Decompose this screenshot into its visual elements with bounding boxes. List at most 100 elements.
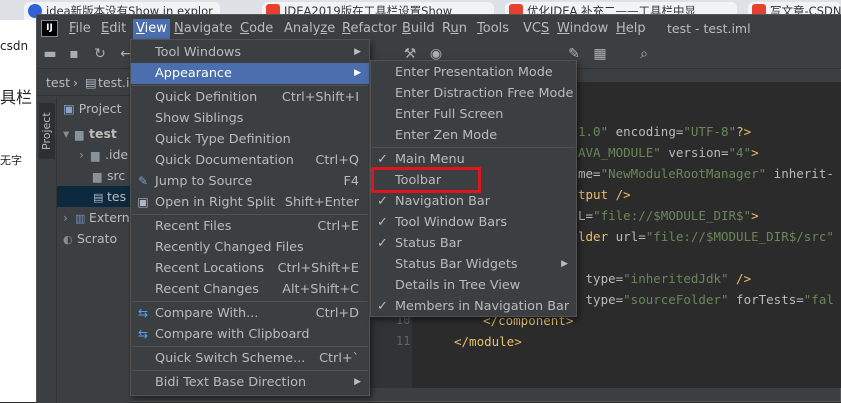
menu-bar: IJ test - test.iml File Edit View Navigate C…	[37, 15, 841, 41]
appearance-menu-item[interactable]: Enter Distraction Free Mode	[371, 83, 576, 104]
menu-item-label: Recent Changes	[155, 282, 259, 297]
project-tree-item[interactable]: ▆ src	[57, 165, 131, 186]
code-line[interactable]: 1.0" encoding="UTF-8"?>	[578, 124, 751, 139]
menu-run[interactable]: Run	[439, 19, 470, 39]
appearance-menu-item[interactable]: ✓ Tool Window Bars	[371, 212, 576, 233]
view-menu-item[interactable]: ▣ Open in Right Split Shift+Enter	[131, 192, 369, 213]
view-menu-item[interactable]: Tool Windows ▶	[131, 42, 369, 63]
menu-code[interactable]: Code	[237, 19, 276, 39]
menu-navigate[interactable]: Navigate	[171, 19, 235, 39]
view-menu-item[interactable]: Bidi Text Base Direction ▶	[131, 372, 369, 393]
submenu-arrow-icon: ▶	[354, 377, 361, 387]
view-menu-item[interactable]: Recent Changes Alt+Shift+C	[131, 279, 369, 300]
project-tree-item[interactable]: › ▆ .ide	[57, 144, 131, 165]
chevron-down-icon[interactable]: ▾	[63, 123, 75, 144]
chevron-right-icon[interactable]: ›	[63, 207, 75, 228]
view-menu-item[interactable]: Show Siblings	[131, 108, 369, 129]
code-line[interactable]: lder url="file://$MODULE_DIR$/src"	[578, 229, 834, 244]
file-icon: ▤	[93, 191, 104, 204]
project-tree-item[interactable]: › ▥ Extern	[57, 207, 131, 228]
project-tree-item[interactable]: ◐ Scrato	[57, 228, 131, 249]
sync-icon[interactable]: ↻	[91, 45, 109, 63]
appearance-menu-item[interactable]: ✓ Status Bar	[371, 233, 576, 254]
menu-item-label: Recently Changed Files	[155, 240, 304, 255]
menu-refactor[interactable]: Refactor	[339, 19, 400, 39]
view-menu-item[interactable]: Quick Switch Scheme... Ctrl+`	[131, 348, 369, 369]
code-line[interactable]: me="NewModuleRootManager" inherit-	[578, 166, 834, 181]
search-icon[interactable]: ⌕	[635, 45, 653, 63]
appearance-menu-item[interactable]: Details in Tree View	[371, 275, 576, 296]
appearance-menu-item[interactable]: Enter Zen Mode	[371, 125, 576, 146]
code-line[interactable]: L="file://$MODULE_DIR$">	[578, 208, 759, 223]
view-menu-item[interactable]: ⇆ Compare with Clipboard	[131, 324, 369, 345]
menu-item-label: Quick Documentation	[155, 153, 294, 168]
view-menu-item[interactable]: ⇆ Compare With... Ctrl+D	[131, 303, 369, 324]
split-icon: ▣	[137, 195, 149, 209]
intellij-logo-icon: IJ	[41, 20, 58, 37]
view-menu-item[interactable]: Quick Documentation Ctrl+Q	[131, 150, 369, 171]
project-tree-item[interactable]: ▾ ▆ test	[57, 123, 131, 144]
menu-window[interactable]: Window	[554, 19, 611, 39]
menu-build[interactable]: Build	[399, 19, 438, 39]
save-icon[interactable]: ▪	[65, 45, 83, 63]
tree-item-label: src	[107, 168, 126, 183]
menu-item-label: Compare With...	[155, 306, 259, 321]
menu-item-label: Tool Windows	[155, 45, 242, 60]
menu-item-label: Recent Locations	[155, 261, 265, 276]
menu-item-label: Quick Definition	[155, 90, 258, 105]
window-title: test - test.iml	[667, 21, 751, 36]
view-menu-item[interactable]: Quick Definition Ctrl+Shift+I	[131, 87, 369, 108]
menu-view[interactable]: View	[133, 19, 170, 39]
menu-item-label: Open in Right Split	[155, 195, 276, 210]
breadcrumb-separator-icon: ›	[73, 75, 78, 90]
menu-edit[interactable]: Edit	[98, 19, 129, 39]
menu-item-label: Status Bar	[395, 236, 462, 251]
view-menu-item[interactable]: ✎ Jump to Source F4	[131, 171, 369, 192]
project-panel-title: ▣ Project	[63, 101, 122, 116]
chevron-right-icon[interactable]: ›	[79, 144, 91, 165]
breadcrumb-project[interactable]: test	[46, 75, 70, 90]
menu-item-shortcut: F4	[343, 174, 359, 189]
menu-separator	[132, 346, 368, 347]
submenu-arrow-icon: ▶	[561, 259, 568, 269]
code-line[interactable]: type="sourceFolder" forTests="fal	[578, 292, 834, 307]
scratches-icon: ◐	[63, 233, 73, 246]
menu-separator	[132, 85, 368, 86]
appearance-menu-item[interactable]: Enter Presentation Mode	[371, 62, 576, 83]
view-menu-item[interactable]: Recently Changed Files	[131, 237, 369, 258]
menu-analyze[interactable]: Analyze	[281, 19, 338, 39]
menu-vcs[interactable]: VCS	[520, 19, 552, 39]
menu-separator	[132, 370, 368, 371]
view-menu-item[interactable]: Quick Type Definition	[131, 129, 369, 150]
menu-item-label: Bidi Text Base Direction	[155, 375, 307, 390]
menu-separator	[132, 301, 368, 302]
project-tree-item[interactable]: ▤ tes	[57, 186, 131, 207]
code-line[interactable]: tput />	[578, 187, 631, 202]
folder-icon: ▆	[93, 170, 102, 183]
breadcrumb-file[interactable]: test.i	[98, 75, 129, 90]
view-menu-item[interactable]: Appearance ▶	[131, 63, 369, 84]
folder-icon[interactable]: ▬	[41, 45, 59, 63]
annotation-highlight-box	[371, 167, 481, 193]
code-line[interactable]: </module>	[454, 334, 522, 349]
menu-tools[interactable]: Tools	[474, 19, 512, 39]
view-menu-item[interactable]: Recent Locations Ctrl+Shift+E	[131, 258, 369, 279]
project-stripe-button[interactable]: Project	[39, 103, 55, 159]
appearance-menu-item[interactable]: ✓ Members in Navigation Bar	[371, 296, 576, 317]
menu-item-shortcut: Shift+Enter	[284, 195, 359, 210]
menu-item-label: Navigation Bar	[395, 194, 490, 209]
appearance-menu-item[interactable]: Status Bar Widgets ▶	[371, 254, 576, 275]
structure-icon[interactable]: ▦	[591, 45, 609, 63]
code-line[interactable]: AVA_MODULE" version="4">	[578, 145, 759, 160]
compare-clipboard-icon: ⇆	[137, 327, 149, 341]
tree-item-label: Scrato	[77, 231, 118, 246]
appearance-menu-item[interactable]: ✓ Navigation Bar	[371, 191, 576, 212]
appearance-menu-item[interactable]: Enter Full Screen	[371, 104, 576, 125]
menu-item-shortcut: Ctrl+D	[315, 306, 359, 321]
view-menu-item[interactable]: Recent Files Ctrl+E	[131, 216, 369, 237]
browser-text-fragment: 具栏	[0, 88, 33, 107]
folder-icon: ▥	[75, 212, 86, 225]
code-line[interactable]: type="inheritedJdk" />	[578, 271, 752, 286]
menu-help[interactable]: Help	[613, 19, 649, 39]
menu-file[interactable]: File	[66, 19, 94, 39]
